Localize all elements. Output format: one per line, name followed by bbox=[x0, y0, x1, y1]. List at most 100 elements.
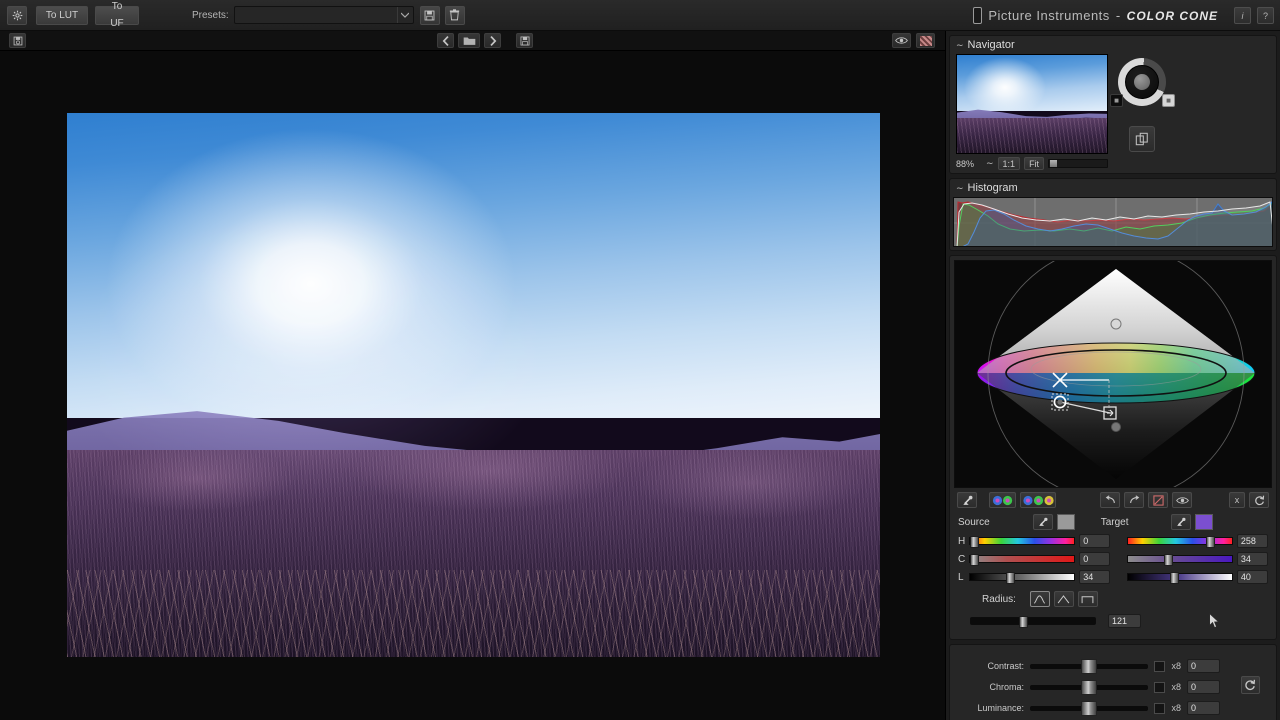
source-luminance-value[interactable]: 34 bbox=[1079, 570, 1111, 584]
preview-image[interactable] bbox=[67, 113, 880, 657]
rotation-knob[interactable] bbox=[1118, 58, 1166, 106]
three-color-circles-icon bbox=[1022, 495, 1054, 505]
collapse-toggle-icon[interactable]: ∼ bbox=[956, 183, 964, 193]
zoom-controls: 88% ∼ 1:1 Fit bbox=[956, 157, 1108, 170]
source-hue-value[interactable]: 0 bbox=[1079, 534, 1111, 548]
target-hue-handle[interactable] bbox=[1206, 536, 1216, 548]
two-color-circles-icon bbox=[992, 495, 1012, 505]
next-image-button[interactable] bbox=[484, 33, 501, 48]
redo-button[interactable] bbox=[1124, 492, 1144, 508]
info-button[interactable]: i bbox=[1234, 7, 1251, 24]
radius-shape-row: Radius: bbox=[954, 591, 1272, 607]
three-color-mode-button[interactable] bbox=[1020, 492, 1056, 508]
histogram-header[interactable]: ∼ Histogram bbox=[953, 182, 1273, 197]
collapse-toggle-icon[interactable]: ∼ bbox=[956, 40, 964, 50]
checker-pattern-icon bbox=[919, 35, 932, 46]
transparency-pattern-button[interactable] bbox=[916, 33, 935, 48]
image-navigation-group bbox=[437, 33, 533, 48]
snapshot-button[interactable] bbox=[9, 33, 26, 48]
cone-preview-button[interactable] bbox=[1172, 492, 1192, 508]
luminance-slider[interactable] bbox=[1030, 700, 1149, 716]
chroma-multiplier-label: x8 bbox=[1171, 682, 1181, 692]
contrast-slider-handle[interactable] bbox=[1081, 658, 1098, 674]
previous-image-button[interactable] bbox=[437, 33, 454, 48]
target-luminance-handle[interactable] bbox=[1170, 572, 1180, 584]
reset-cone-button[interactable] bbox=[1249, 492, 1269, 508]
target-hue-slider[interactable] bbox=[1127, 536, 1233, 548]
radius-slider-handle[interactable] bbox=[1019, 616, 1028, 628]
compare-button[interactable] bbox=[1148, 492, 1168, 508]
luminance-value[interactable]: 0 bbox=[1187, 701, 1220, 715]
radius-slider[interactable] bbox=[970, 616, 1096, 628]
source-hue-slider[interactable] bbox=[969, 536, 1076, 548]
radius-label: Radius: bbox=[982, 593, 1016, 605]
chroma-slider-handle[interactable] bbox=[1081, 679, 1098, 695]
source-luminance-slider[interactable] bbox=[969, 572, 1076, 584]
source-color-swatch[interactable] bbox=[1056, 514, 1075, 530]
target-color-swatch[interactable] bbox=[1195, 514, 1214, 530]
toggle-preview-button[interactable] bbox=[892, 33, 911, 48]
duplicate-view-button[interactable] bbox=[1129, 126, 1155, 152]
zoom-fit-button[interactable]: Fit bbox=[1024, 157, 1045, 170]
mouse-cursor-icon bbox=[1209, 613, 1220, 629]
zoom-slider-handle[interactable] bbox=[1050, 160, 1058, 167]
chroma-value[interactable]: 0 bbox=[1187, 680, 1220, 694]
radius-value[interactable]: 121 bbox=[1108, 614, 1141, 628]
luminance-x8-checkbox[interactable] bbox=[1154, 702, 1166, 714]
color-cone-view[interactable] bbox=[954, 260, 1272, 488]
contrast-slider[interactable] bbox=[1030, 658, 1149, 674]
rotate-right-button[interactable]: ■ bbox=[1162, 94, 1175, 107]
target-chroma-slider[interactable] bbox=[1127, 554, 1233, 566]
contrast-label: Contrast: bbox=[987, 661, 1024, 671]
info-label: i bbox=[1241, 10, 1244, 21]
radius-shape-square-button[interactable] bbox=[1077, 591, 1098, 607]
target-picker-button[interactable] bbox=[1171, 514, 1192, 530]
pick-source-color-button[interactable] bbox=[957, 492, 977, 508]
luminance-slider-handle[interactable] bbox=[1081, 700, 1098, 716]
navigator-header[interactable]: ∼ Navigator bbox=[953, 39, 1273, 54]
zoom-dropdown-icon[interactable]: ∼ bbox=[986, 159, 994, 168]
save-preset-button[interactable] bbox=[419, 5, 440, 25]
brand-name: Picture Instruments bbox=[988, 8, 1110, 23]
navigator-thumbnail[interactable] bbox=[956, 54, 1108, 154]
to-lut-label: To LUT bbox=[45, 9, 79, 21]
rotate-left-button[interactable]: ■ bbox=[1110, 94, 1123, 107]
radius-shape-triangle-button[interactable] bbox=[1053, 591, 1074, 607]
zoom-slider[interactable] bbox=[1048, 159, 1108, 168]
undo-button[interactable] bbox=[1100, 492, 1120, 508]
source-luminance-handle[interactable] bbox=[1006, 572, 1016, 584]
two-color-mode-button[interactable] bbox=[989, 492, 1016, 508]
presets-combobox[interactable] bbox=[233, 6, 414, 24]
triangle-curve-icon bbox=[1058, 594, 1070, 603]
contrast-x8-checkbox[interactable] bbox=[1154, 660, 1166, 672]
target-hue-value[interactable]: 258 bbox=[1236, 534, 1268, 548]
rotate-left-icon: ■ bbox=[1114, 96, 1119, 105]
to-uf-button[interactable]: To UF bbox=[95, 1, 139, 29]
target-chroma-handle[interactable] bbox=[1164, 554, 1174, 566]
radius-shape-bell-button[interactable] bbox=[1029, 591, 1050, 607]
source-picker-button[interactable] bbox=[1032, 514, 1053, 530]
product-name: COLOR CONE bbox=[1126, 8, 1218, 23]
clear-selection-button[interactable]: x bbox=[1229, 492, 1245, 508]
zoom-1-to-1-button[interactable]: 1:1 bbox=[997, 157, 1021, 170]
target-luminance-value[interactable]: 40 bbox=[1236, 570, 1268, 584]
cone-tool-row: x bbox=[954, 492, 1272, 508]
open-folder-button[interactable] bbox=[458, 33, 480, 48]
save-image-button[interactable] bbox=[516, 33, 533, 48]
delete-preset-button[interactable] bbox=[444, 5, 465, 25]
target-luminance-slider[interactable] bbox=[1127, 572, 1233, 584]
source-chroma-value[interactable]: 0 bbox=[1079, 552, 1111, 566]
source-chroma-slider[interactable] bbox=[969, 554, 1076, 566]
chroma-x8-checkbox[interactable] bbox=[1154, 681, 1166, 693]
reset-adjustments-button[interactable] bbox=[1240, 675, 1260, 694]
source-chroma-handle[interactable] bbox=[970, 554, 980, 566]
settings-button[interactable] bbox=[7, 5, 27, 25]
chroma-slider[interactable] bbox=[1030, 679, 1149, 695]
target-chroma-value[interactable]: 34 bbox=[1236, 552, 1268, 566]
contrast-value[interactable]: 0 bbox=[1187, 659, 1220, 673]
image-canvas[interactable] bbox=[0, 51, 945, 720]
to-lut-button[interactable]: To LUT bbox=[36, 5, 88, 25]
help-button[interactable]: ? bbox=[1257, 7, 1274, 24]
hue-slider-row: H 0 258 bbox=[954, 534, 1272, 548]
source-hue-handle[interactable] bbox=[970, 536, 980, 548]
